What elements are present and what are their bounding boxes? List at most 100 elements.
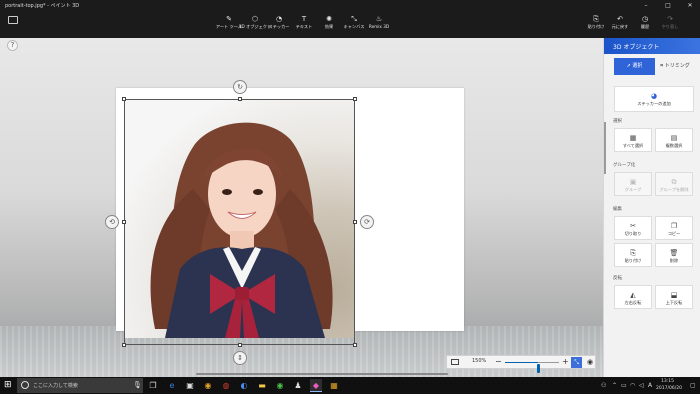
microphone-icon[interactable]: 🎙 (133, 381, 142, 390)
search-placeholder: ここに入力して検索 (33, 383, 78, 389)
app-icon-2[interactable]: ♟ (292, 379, 304, 392)
resize-handle-bottom-right[interactable] (353, 343, 357, 347)
resize-handle-bottom[interactable] (238, 343, 242, 347)
select-all-label: すべて選択 (622, 143, 644, 148)
3d-view-icon[interactable]: ◉ (585, 357, 595, 368)
ungroup-button[interactable]: ⧉ グループを解除 (655, 172, 693, 196)
panel-scrollbar[interactable] (604, 122, 606, 174)
fit-view-icon[interactable]: ⤡ (571, 357, 582, 368)
ungroup-icon: ⧉ (671, 178, 677, 186)
minimize-icon[interactable]: – (641, 2, 651, 10)
group-label: グループ (624, 187, 642, 192)
rotate-z-icon[interactable]: ↻ (233, 80, 247, 94)
resize-handle-bottom-left[interactable] (122, 343, 126, 347)
trim-mode-label: トリミング (664, 63, 690, 69)
select-mode-label: 選択 (632, 63, 643, 69)
panel-title: 3D オブジェクト (613, 44, 660, 51)
cut-button[interactable]: ✂ 切り取り (614, 216, 652, 240)
zoom-out-icon[interactable]: − (495, 356, 502, 368)
sticker-icon: ◕ (650, 92, 658, 100)
ime-icon[interactable]: A (648, 381, 652, 390)
panel-header: 3D オブジェクト (604, 38, 700, 54)
zoom-in-icon[interactable]: + (562, 356, 569, 368)
group-button[interactable]: ▣ グループ (614, 172, 652, 196)
view-mode-icon[interactable] (451, 359, 459, 365)
people-icon[interactable]: ⚇ (601, 381, 606, 390)
paint-3d-icon[interactable]: ◆ (310, 379, 322, 392)
browser-icon[interactable]: ◍ (220, 379, 232, 392)
flip-vertical-button[interactable]: ⬓ 上下反転 (655, 285, 693, 309)
volume-icon[interactable]: ◁ (639, 381, 644, 390)
select-all-icon: ▦ (629, 134, 637, 142)
maximize-icon[interactable]: □ (663, 2, 673, 10)
flip-horizontal-button[interactable]: ◭ 左右反転 (614, 285, 652, 309)
window-title: portrait-top.jpg* - ペイント 3D (5, 3, 80, 9)
help-icon[interactable]: ? (7, 40, 18, 51)
resize-handle-left[interactable] (122, 220, 126, 224)
canvas-workspace[interactable]: ? ↻ ⟲ ⟳ ⇕ 150% − + ⤡ ◉ (0, 38, 603, 377)
photos-icon[interactable]: ▦ (328, 379, 340, 392)
paste-icon: ⎘ (593, 15, 599, 23)
notification-icon[interactable]: ▢ (690, 381, 696, 390)
section-flip-label: 反転 (613, 276, 622, 281)
clock-time[interactable]: 13:15 (661, 379, 674, 384)
resize-handle-top-right[interactable] (353, 97, 357, 101)
edge-browser-icon[interactable]: e (166, 379, 178, 392)
store-icon[interactable]: ▣ (184, 379, 196, 392)
taskbar: ⊞ ここに入力して検索 🎙 ❐ e ▣ ◉ ◍ ◐ ▬ ◉ ♟ ◆ ▦ ⚇ ⌃ … (0, 377, 700, 394)
clock-date[interactable]: 2017/06/20 (656, 386, 682, 391)
add-sticker-button[interactable]: ◕ ステッカーの追加 (614, 86, 694, 112)
menu-folder-icon[interactable] (8, 16, 18, 24)
multi-select-button[interactable]: ▤ 複数選択 (655, 128, 693, 152)
canvas-icon: ⤡ (351, 15, 357, 23)
redo-button[interactable]: ↷ やり直し (657, 14, 683, 36)
delete-button[interactable]: 🗑 削除 (655, 243, 693, 267)
undo-icon: ↶ (617, 15, 623, 23)
move-depth-icon[interactable]: ⇕ (233, 351, 247, 365)
rotate-y-icon[interactable]: ⟲ (105, 215, 119, 229)
horizontal-scrollbar[interactable] (196, 373, 448, 375)
zoom-slider-fill (505, 362, 539, 363)
select-mode-button[interactable]: ➚ 選択 (614, 58, 655, 75)
flip-vertical-label: 上下反転 (665, 300, 683, 305)
network-icon[interactable]: ▭ (621, 381, 627, 390)
trim-mode-button[interactable]: ⌗ トリミング (656, 58, 694, 75)
chrome-icon[interactable]: ◉ (202, 379, 214, 392)
multi-select-label: 複数選択 (665, 143, 683, 148)
copy-label: コピー (667, 231, 681, 236)
resize-handle-top[interactable] (238, 97, 242, 101)
scissors-icon: ✂ (630, 222, 636, 230)
paste-panel-button[interactable]: ⎘ 貼り付け (614, 243, 652, 267)
copy-button[interactable]: ❐ コピー (655, 216, 693, 240)
tool-remix-3d[interactable]: ♨ Remix 3D (366, 14, 392, 36)
title-bar: portrait-top.jpg* - ペイント 3D – □ ✕ ✎ アート … (0, 0, 700, 38)
effects-icon: ✺ (326, 15, 332, 23)
cut-label: 切り取り (624, 231, 642, 236)
chevron-up-icon[interactable]: ⌃ (612, 381, 617, 390)
close-icon[interactable]: ✕ (685, 2, 695, 10)
task-view-icon[interactable]: ❐ (147, 379, 159, 392)
paste-icon: ⎘ (630, 249, 636, 257)
flip-horizontal-label: 左右反転 (624, 300, 642, 305)
resize-handle-right[interactable] (353, 220, 357, 224)
ungroup-label: グループを解除 (659, 187, 689, 192)
search-icon (21, 381, 29, 389)
add-sticker-label: ステッカーの追加 (637, 101, 671, 106)
section-edit-label: 編集 (613, 207, 622, 212)
rotate-x-icon[interactable]: ⟳ (360, 215, 374, 229)
file-explorer-icon[interactable]: ▬ (256, 379, 268, 392)
windows-start-icon[interactable]: ⊞ (4, 381, 12, 390)
flip-horizontal-icon: ◭ (630, 291, 636, 299)
chrome-app-icon[interactable]: ◉ (274, 379, 286, 392)
zoom-slider[interactable] (505, 362, 559, 373)
taskbar-search[interactable]: ここに入力して検索 🎙 (17, 378, 143, 393)
action-label: やり直し (661, 24, 679, 29)
resize-handle-top-left[interactable] (122, 97, 126, 101)
selection-box[interactable] (124, 99, 355, 345)
history-icon: ◷ (641, 15, 649, 23)
wifi-icon[interactable]: ◠ (630, 381, 635, 390)
app-icon[interactable]: ◐ (238, 379, 250, 392)
flip-vertical-icon: ⬓ (670, 291, 678, 299)
select-all-button[interactable]: ▦ すべて選択 (614, 128, 652, 152)
zoom-level: 150% (472, 358, 487, 364)
